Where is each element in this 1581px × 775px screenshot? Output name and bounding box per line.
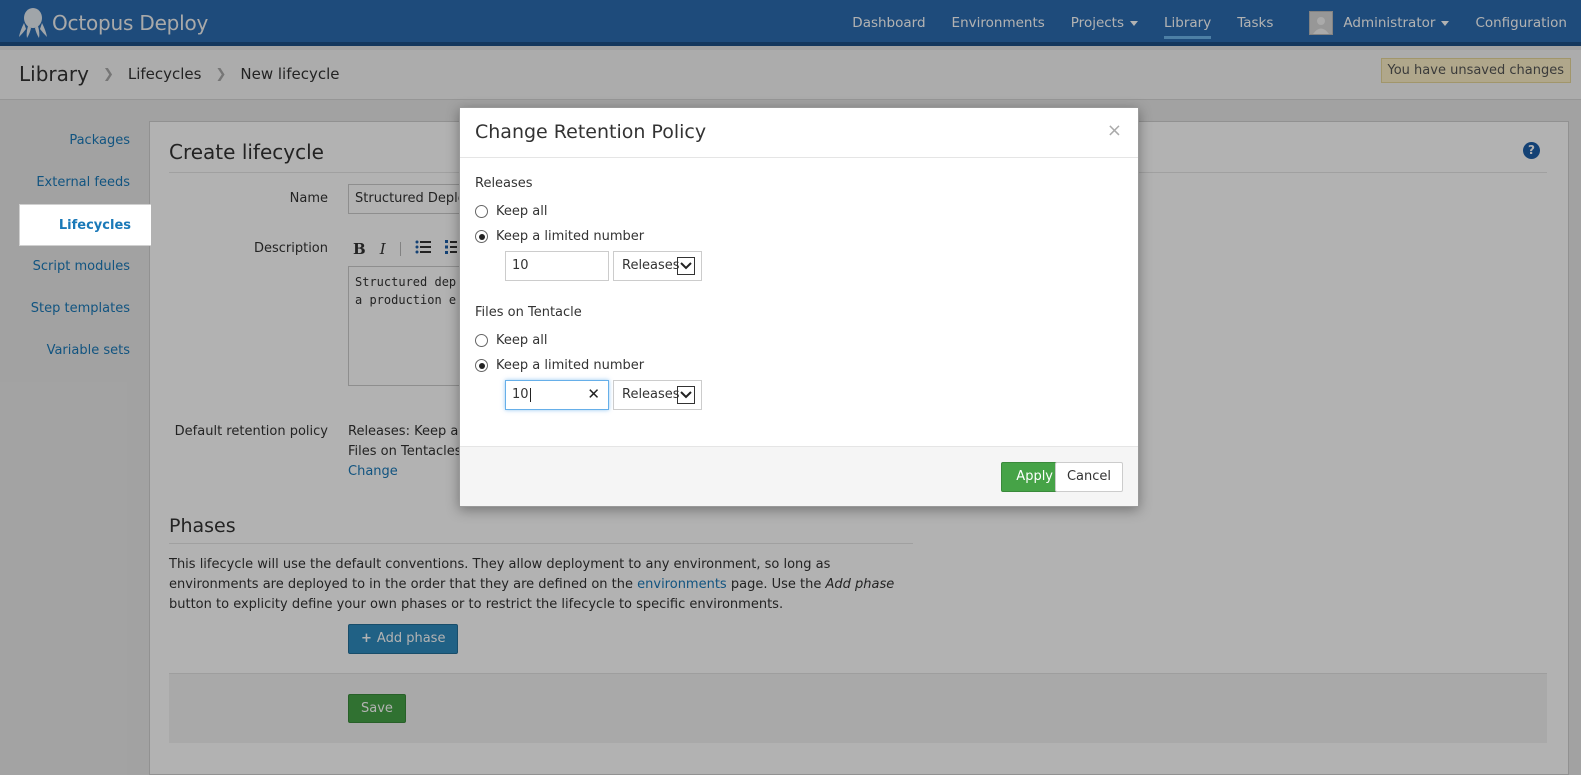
- files-keep-limited-option[interactable]: Keep a limited number: [475, 358, 644, 373]
- radio-button[interactable]: [475, 205, 488, 218]
- text-cursor: [529, 387, 531, 402]
- cancel-button[interactable]: Cancel: [1054, 462, 1123, 492]
- releases-unit-value: Releases: [622, 258, 680, 273]
- clear-icon[interactable]: ✕: [587, 385, 600, 403]
- releases-quantity-input[interactable]: 10: [505, 251, 609, 281]
- files-unit-value: Releases: [622, 387, 680, 402]
- radio-button-checked[interactable]: [475, 359, 488, 372]
- modal-header: Change Retention Policy ×: [460, 108, 1138, 158]
- releases-section-label: Releases: [475, 176, 533, 191]
- releases-keep-limited-option[interactable]: Keep a limited number: [475, 229, 644, 244]
- modal-body: Releases Keep all Keep a limited number …: [475, 158, 1123, 448]
- change-retention-policy-dialog: Change Retention Policy × Releases Keep …: [459, 107, 1139, 507]
- files-section-label: Files on Tentacle: [475, 305, 582, 320]
- radio-button-checked[interactable]: [475, 230, 488, 243]
- chevron-down-icon: [677, 257, 695, 275]
- releases-keep-all-label: Keep all: [496, 204, 548, 219]
- releases-unit-select[interactable]: Releases: [613, 251, 702, 281]
- radio-button[interactable]: [475, 334, 488, 347]
- files-keep-limited-label: Keep a limited number: [496, 358, 645, 373]
- files-quantity-value: 10: [512, 387, 529, 402]
- close-icon[interactable]: ×: [1107, 120, 1122, 141]
- files-unit-select[interactable]: Releases: [613, 380, 702, 410]
- sidebar-item-lifecycles[interactable]: Lifecycles: [19, 204, 151, 246]
- releases-keep-limited-label: Keep a limited number: [496, 229, 645, 244]
- releases-keep-all-option[interactable]: Keep all: [475, 204, 547, 219]
- files-keep-all-option[interactable]: Keep all: [475, 333, 547, 348]
- modal-title: Change Retention Policy: [475, 121, 707, 143]
- files-quantity-input[interactable]: 10 ✕: [505, 380, 609, 410]
- chevron-down-icon: [677, 386, 695, 404]
- files-keep-all-label: Keep all: [496, 333, 548, 348]
- modal-footer: Apply Cancel: [460, 446, 1138, 506]
